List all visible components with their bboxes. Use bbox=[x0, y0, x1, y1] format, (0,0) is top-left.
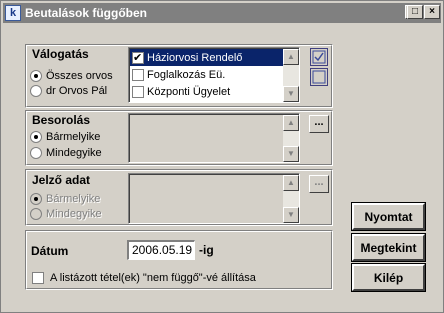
scroll-up-button[interactable]: ▲ bbox=[283, 175, 299, 191]
scroll-up-button[interactable]: ▲ bbox=[283, 115, 299, 131]
radio-classification-all[interactable]: Mindegyike bbox=[30, 147, 102, 159]
list-item[interactable]: Központi Ügyelet bbox=[130, 83, 299, 100]
radio-doctor-pal[interactable]: dr Orvos Pál bbox=[30, 85, 107, 97]
list-item-checkbox[interactable] bbox=[132, 51, 144, 64]
not-pending-checkbox[interactable] bbox=[32, 272, 44, 284]
list-item-checkbox[interactable] bbox=[132, 85, 144, 98]
radio-indicator-any[interactable]: Bármelyike bbox=[30, 193, 100, 205]
radio-label: Mindegyike bbox=[46, 147, 102, 159]
radio-indicator-all[interactable]: Mindegyike bbox=[30, 208, 102, 220]
scroll-up-button[interactable]: ▲ bbox=[283, 49, 299, 65]
list-item-label: Háziorvosi Rendelő bbox=[147, 51, 243, 64]
date-label: Dátum bbox=[31, 244, 69, 258]
selection-panel: Válogatás Összes orvos dr Orvos Pál Házi… bbox=[25, 44, 333, 108]
indicator-panel: Jelző adat Bármelyike Mindegyike ▲ ▼ ... bbox=[25, 169, 333, 226]
radio-button[interactable] bbox=[30, 208, 42, 220]
classification-list[interactable]: ▲ ▼ bbox=[128, 113, 300, 163]
classification-panel: Besorolás Bármelyike Mindegyike ▲ ▼ ... bbox=[25, 110, 333, 166]
date-suffix: -ig bbox=[199, 243, 214, 257]
not-pending-option[interactable]: A listázott tétel(ek) "nem függő"-vé áll… bbox=[32, 272, 256, 284]
indicator-browse-button[interactable]: ... bbox=[309, 175, 329, 193]
list-item[interactable]: Háziorvosi Rendelő bbox=[130, 49, 299, 66]
radio-button[interactable] bbox=[30, 147, 42, 159]
list-item-checkbox[interactable] bbox=[132, 68, 144, 81]
radio-button[interactable] bbox=[30, 131, 42, 143]
radio-classification-any[interactable]: Bármelyike bbox=[30, 131, 100, 143]
indicator-title: Jelző adat bbox=[32, 173, 91, 187]
radio-button[interactable] bbox=[30, 70, 42, 82]
radio-button[interactable] bbox=[30, 193, 42, 205]
title-bar[interactable]: k Beutalások függőben _ bbox=[3, 3, 441, 23]
select-all-button[interactable] bbox=[310, 48, 328, 66]
list-item-label: Központi Ügyelet bbox=[147, 85, 231, 98]
main-window: k Beutalások függőben _ □ × Válogatás Ös… bbox=[0, 0, 444, 313]
window-title: Beutalások függőben bbox=[25, 6, 148, 20]
print-button[interactable]: Nyomtat bbox=[351, 202, 426, 231]
exit-button[interactable]: Kilép bbox=[351, 263, 426, 292]
list-item[interactable]: Foglalkozás Eü. bbox=[130, 66, 299, 83]
indicator-list[interactable]: ▲ ▼ bbox=[128, 173, 300, 224]
maximize-button[interactable]: □ bbox=[407, 5, 423, 19]
radio-label: Bármelyike bbox=[46, 131, 101, 143]
radio-label: Összes orvos bbox=[46, 70, 113, 82]
not-pending-label: A listázott tétel(ek) "nem függő"-vé áll… bbox=[50, 272, 256, 284]
radio-label: Bármelyike bbox=[46, 193, 101, 205]
view-button[interactable]: Megtekint bbox=[351, 233, 426, 262]
radio-label: Mindegyike bbox=[46, 208, 102, 220]
empty-square-icon bbox=[312, 70, 326, 84]
list-scrollbar[interactable]: ▲ ▼ bbox=[283, 175, 299, 223]
deselect-all-button[interactable] bbox=[310, 68, 328, 86]
scroll-down-button[interactable]: ▼ bbox=[283, 86, 299, 102]
selection-title: Válogatás bbox=[32, 47, 89, 61]
date-field[interactable]: 2006.05.19 bbox=[127, 240, 195, 260]
radio-all-doctors[interactable]: Összes orvos bbox=[30, 70, 113, 82]
classification-browse-button[interactable]: ... bbox=[309, 115, 329, 133]
scroll-down-button[interactable]: ▼ bbox=[283, 146, 299, 162]
checkmark-icon bbox=[312, 50, 326, 64]
unit-list[interactable]: Háziorvosi Rendelő Foglalkozás Eü. Közpo… bbox=[128, 47, 300, 103]
app-logo-icon[interactable]: k bbox=[5, 5, 21, 21]
list-scrollbar[interactable]: ▲ ▼ bbox=[283, 49, 299, 102]
radio-label: dr Orvos Pál bbox=[46, 85, 108, 97]
list-item-label: Foglalkozás Eü. bbox=[147, 68, 226, 81]
close-button[interactable]: × bbox=[424, 5, 440, 19]
scroll-down-button[interactable]: ▼ bbox=[283, 207, 299, 223]
radio-button[interactable] bbox=[30, 85, 42, 97]
classification-title: Besorolás bbox=[32, 113, 91, 127]
list-scrollbar[interactable]: ▲ ▼ bbox=[283, 115, 299, 162]
